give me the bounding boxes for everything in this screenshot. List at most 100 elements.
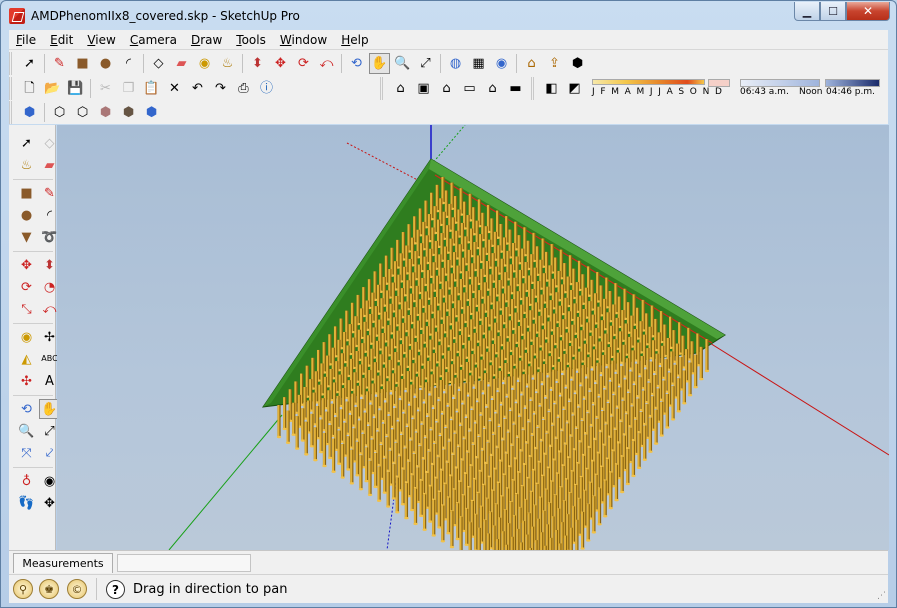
orbit-icon[interactable]: ⟲ — [346, 53, 367, 74]
make-component-icon[interactable]: ◇ — [148, 53, 169, 74]
rotate-icon[interactable]: ⟳ — [16, 277, 37, 297]
geolocation-icon[interactable]: ⚲ — [13, 579, 33, 599]
paste-icon[interactable]: 📋 — [141, 78, 162, 99]
zoom-extents-icon[interactable]: ⤢ — [415, 53, 436, 74]
tape-measure-icon[interactable]: ◉ — [16, 327, 37, 347]
zoom-extents-icon[interactable]: ⤧ — [16, 443, 37, 463]
zoom-icon[interactable]: 🔍 — [392, 53, 413, 74]
paint-bucket-icon[interactable]: ♨ — [16, 155, 37, 175]
select-icon[interactable]: ➚ — [16, 133, 37, 153]
cpu-pin-tip — [313, 458, 318, 462]
polygon-icon[interactable]: ▼ — [16, 227, 37, 247]
share-model-icon[interactable]: ⇪ — [544, 53, 565, 74]
arc-icon[interactable]: ◜ — [118, 53, 139, 74]
month-label: M — [611, 87, 619, 97]
wireframe-icon[interactable]: ⬡ — [49, 102, 70, 123]
position-camera-icon[interactable]: ♁ — [16, 471, 37, 491]
shadow-time-end-bar[interactable] — [825, 79, 880, 87]
menu-edit[interactable]: Edit — [43, 33, 80, 47]
shaded-icon[interactable]: ⬢ — [95, 102, 116, 123]
model-info-icon[interactable]: ⓘ — [256, 78, 277, 99]
modeling-viewport[interactable] — [57, 125, 889, 550]
save-icon[interactable]: 💾 — [65, 78, 86, 99]
tape-measure-icon[interactable]: ◉ — [194, 53, 215, 74]
shadow-date-slider[interactable]: J F M A M J J A S O N D — [592, 78, 722, 97]
scale-icon[interactable]: ⤡ — [16, 299, 37, 319]
resize-grip-icon[interactable]: ⋰ — [877, 591, 886, 601]
paint-bucket-icon[interactable]: ♨ — [217, 53, 238, 74]
cut-icon[interactable]: ✂ — [95, 78, 116, 99]
top-view-icon[interactable]: ▣ — [413, 78, 434, 99]
cpu-pin-tip — [276, 435, 282, 439]
minimize-button[interactable]: ▁ — [794, 2, 820, 21]
shadow-time-start: 06:43 a.m. — [740, 87, 789, 97]
display-shadows-icon[interactable]: ◩ — [564, 78, 585, 99]
move-icon[interactable]: ✥ — [16, 255, 37, 275]
warehouse-icon[interactable]: ⌂ — [521, 53, 542, 74]
hidden-line-icon[interactable]: ⬡ — [72, 102, 93, 123]
credits-icon[interactable]: ♚ — [39, 579, 59, 599]
print-icon[interactable]: ⎙ — [233, 78, 254, 99]
rectangle-icon[interactable]: ■ — [72, 53, 93, 74]
shadow-settings-icon[interactable]: ◧ — [541, 78, 562, 99]
menu-help[interactable]: Help — [334, 33, 375, 47]
iso-view-icon[interactable]: ⌂ — [390, 78, 411, 99]
menu-window[interactable]: Window — [273, 33, 334, 47]
redo-icon[interactable]: ↷ — [210, 78, 231, 99]
copyright-icon[interactable]: © — [67, 579, 87, 599]
extension-warehouse-icon[interactable]: ⬢ — [567, 53, 588, 74]
undo-icon[interactable]: ↶ — [187, 78, 208, 99]
move-icon[interactable]: ✥ — [270, 53, 291, 74]
select-icon[interactable]: ➚ — [19, 53, 40, 74]
maximize-button[interactable]: ☐ — [820, 2, 846, 21]
add-location-icon[interactable]: ◍ — [445, 53, 466, 74]
month-marker[interactable] — [708, 79, 730, 87]
left-view-icon[interactable]: ▬ — [505, 78, 526, 99]
walk-icon[interactable]: 👣 — [16, 493, 37, 513]
right-view-icon[interactable]: ▭ — [459, 78, 480, 99]
menu-tools[interactable]: Tools — [229, 33, 273, 47]
menu-file[interactable]: File — [9, 33, 43, 47]
new-file-icon[interactable]: 🗋 — [19, 78, 40, 99]
preview-google-earth-icon[interactable]: ◉ — [491, 53, 512, 74]
orbit-icon[interactable]: ⟲ — [16, 399, 37, 419]
delete-icon[interactable]: ✕ — [164, 78, 185, 99]
xray-icon[interactable]: ⬢ — [19, 102, 40, 123]
menu-camera[interactable]: Camera — [123, 33, 184, 47]
back-view-icon[interactable]: ⌂ — [482, 78, 503, 99]
title-bar[interactable]: AMDPhenomIIx8_covered.skp - SketchUp Pro… — [1, 1, 896, 30]
open-folder-icon[interactable]: 📂 — [42, 78, 63, 99]
measurements-input[interactable] — [117, 554, 251, 572]
eraser-icon[interactable]: ▰ — [171, 53, 192, 74]
rectangle-icon[interactable]: ■ — [16, 183, 37, 203]
cpu-pin-tip — [642, 458, 647, 461]
offset-icon[interactable]: ⤺ — [316, 53, 337, 74]
month-label: N — [702, 87, 710, 97]
pan-icon[interactable]: ✋ — [369, 53, 390, 74]
cpu-pin-tip — [665, 426, 670, 429]
push-pull-icon[interactable]: ⬍ — [247, 53, 268, 74]
toggle-terrain-icon[interactable]: ▦ — [468, 53, 489, 74]
sketchup-app-icon — [9, 7, 25, 24]
pencil-icon[interactable]: ✎ — [49, 53, 70, 74]
protractor-icon[interactable]: ◭ — [16, 349, 37, 369]
zoom-icon[interactable]: 🔍 — [16, 421, 37, 441]
getting-started-toolbar: ➚ ✎ ■ ● ◜ ◇ ▰ ◉ ♨ ⬍ ✥ ⟳ ⤺ ⟲ ✋ 🔍 ⤢ ◍ ▦ ◉ … — [9, 52, 591, 75]
copy-icon[interactable]: ❐ — [118, 78, 139, 99]
circle-icon[interactable]: ● — [16, 205, 37, 225]
axes-icon[interactable]: ✣ — [16, 371, 37, 391]
front-view-icon[interactable]: ⌂ — [436, 78, 457, 99]
palette-row: ⤡ ⤺ — [15, 299, 61, 319]
divider — [13, 323, 53, 324]
menu-view[interactable]: View — [80, 33, 122, 47]
help-icon[interactable]: ? — [106, 580, 125, 599]
close-button[interactable]: ✕ — [846, 2, 890, 21]
menu-draw[interactable]: Draw — [184, 33, 229, 47]
monochrome-icon[interactable]: ⬢ — [141, 102, 162, 123]
shadow-time-slider[interactable] — [740, 79, 820, 87]
cpu-pin-tip — [400, 503, 406, 506]
month-label: A — [624, 87, 631, 97]
shaded-textures-icon[interactable]: ⬢ — [118, 102, 139, 123]
rotate-icon[interactable]: ⟳ — [293, 53, 314, 74]
circle-icon[interactable]: ● — [95, 53, 116, 74]
